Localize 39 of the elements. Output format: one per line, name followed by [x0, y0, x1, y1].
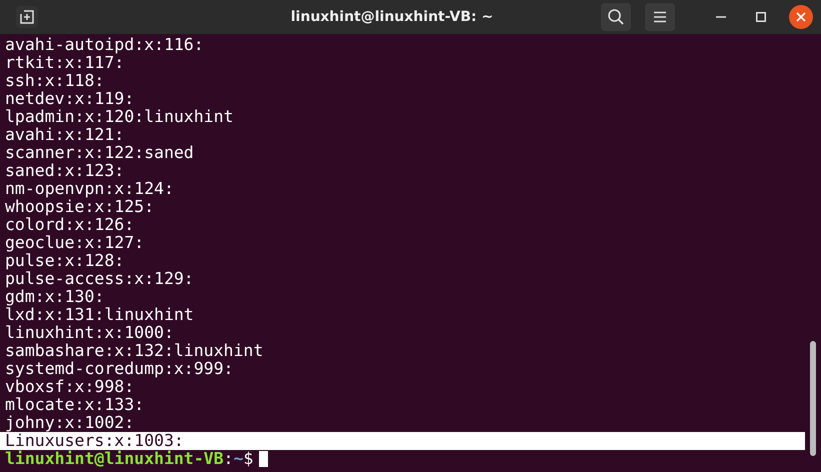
output-line: lxd:x:131:linuxhint	[5, 306, 195, 324]
maximize-icon	[756, 12, 766, 22]
scrollbar-thumb[interactable]	[810, 341, 816, 456]
output-line: netdev:x:119:	[5, 90, 136, 108]
prompt-user-host: linuxhint@linuxhint-VB	[5, 449, 224, 468]
new-tab-button[interactable]	[16, 6, 38, 28]
menu-icon	[653, 11, 667, 23]
output-line: gdm:x:130:	[5, 288, 104, 306]
prompt-path: ~	[233, 449, 244, 468]
prompt-separator: :	[224, 449, 234, 468]
output-line: nm-openvpn:x:124:	[5, 180, 175, 198]
search-icon	[607, 8, 625, 26]
window-title: linuxhint@linuxhint-VB: ~	[290, 9, 494, 25]
new-tab-icon	[19, 9, 35, 25]
output-line: ssh:x:118:	[5, 72, 106, 90]
prompt-symbol: $	[243, 449, 254, 468]
search-button[interactable]	[601, 3, 631, 31]
output-line: avahi:x:121:	[5, 126, 124, 144]
output-line: systemd-coredump:x:999:	[5, 360, 234, 378]
output-line: mlocate:x:133:	[5, 396, 146, 414]
output-line: rtkit:x:117:	[5, 54, 124, 72]
close-button[interactable]	[789, 5, 813, 29]
output-line: geoclue:x:127:	[5, 234, 146, 252]
minimize-icon	[716, 16, 726, 18]
output-line: johny:x:1002:	[5, 414, 136, 432]
output-line: pulse:x:128:	[5, 252, 124, 270]
output-line: pulse-access:x:129:	[5, 270, 195, 288]
output-line: sambashare:x:132:linuxhint	[5, 342, 264, 360]
output-line: whoopsie:x:125:	[5, 198, 154, 216]
output-line: saned:x:123:	[5, 162, 126, 180]
menu-button[interactable]	[645, 3, 675, 31]
text-cursor	[259, 451, 268, 467]
output-line: avahi-autoipd:x:116:	[5, 36, 205, 54]
output-line: lpadmin:x:120:linuxhint	[5, 108, 234, 126]
output-line: colord:x:126:	[5, 216, 134, 234]
output-line: scanner:x:122:saned	[5, 144, 195, 162]
output-line: linuxhint:x:1000:	[5, 324, 175, 342]
output-line: vboxsf:x:998:	[5, 378, 134, 396]
close-icon	[796, 12, 806, 22]
